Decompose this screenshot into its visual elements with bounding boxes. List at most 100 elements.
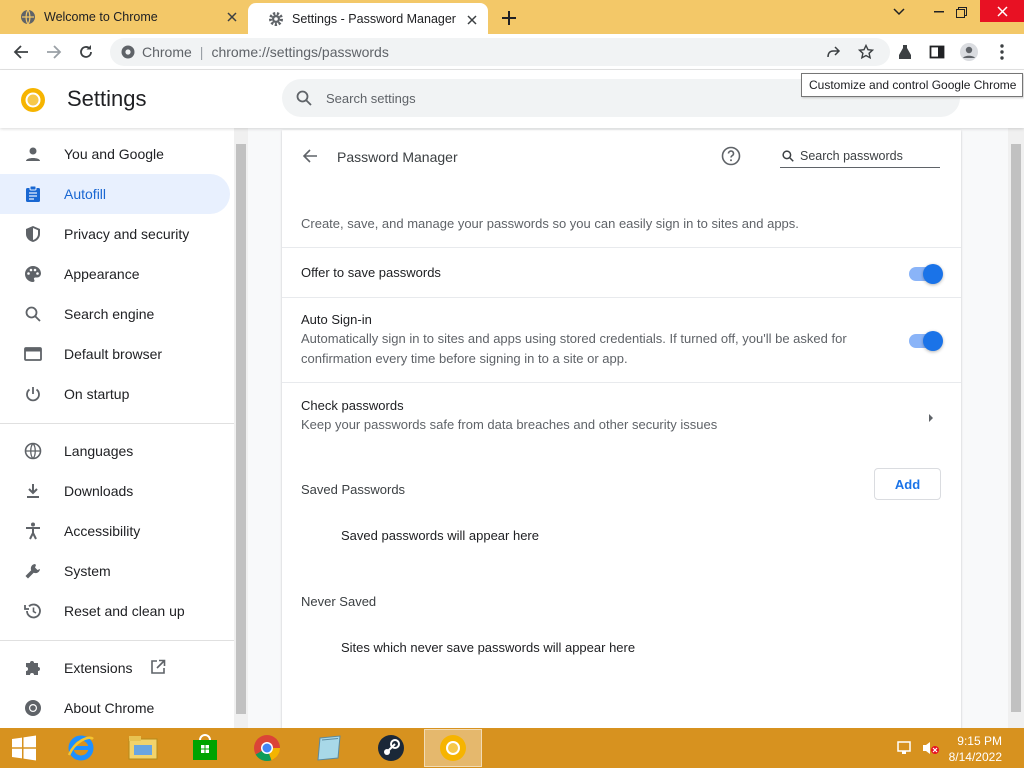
- sidebar-scrollbar[interactable]: [234, 128, 248, 728]
- main-scrollbar[interactable]: [1008, 128, 1024, 728]
- accessibility-icon: [22, 521, 44, 541]
- side-panel-icon[interactable]: [925, 40, 949, 64]
- browser-icon: [22, 344, 44, 364]
- sidebar-item-autofill[interactable]: Autofill: [0, 174, 230, 214]
- scrollbar-thumb[interactable]: [1011, 144, 1021, 712]
- tab-title: Settings - Password Manager: [292, 11, 456, 26]
- toggle-knob: [923, 331, 943, 351]
- sidebar-item-label: Downloads: [64, 483, 134, 499]
- browser-toolbar: Chrome | chrome://settings/passwords: [0, 34, 1024, 70]
- sidebar-item-downloads[interactable]: Downloads: [0, 471, 230, 511]
- close-icon[interactable]: [224, 9, 240, 25]
- password-search-box[interactable]: [780, 144, 940, 168]
- sidebar-item-accessibility[interactable]: Accessibility: [0, 511, 230, 551]
- store-icon[interactable]: [176, 729, 234, 767]
- sidebar-item-on-startup[interactable]: On startup: [0, 374, 230, 414]
- offer-to-save-row[interactable]: Offer to save passwords: [282, 247, 961, 297]
- back-arrow-icon[interactable]: [298, 144, 322, 168]
- share-icon[interactable]: [822, 40, 846, 64]
- chrome-logo-icon: [20, 87, 46, 113]
- shield-icon: [22, 224, 44, 244]
- chrome-icon: [22, 698, 44, 718]
- sidebar: You and Google Autofill Privacy and secu…: [0, 128, 234, 728]
- globe-icon: [22, 441, 44, 461]
- section-title: Password Manager: [337, 149, 458, 165]
- sidebar-item-label: Extensions: [64, 660, 133, 676]
- never-saved-heading: Never Saved: [301, 594, 377, 609]
- sidebar-item-system[interactable]: System: [0, 551, 230, 591]
- extension-icon[interactable]: [893, 40, 917, 64]
- sidebar-divider: [0, 423, 234, 424]
- windows-taskbar: 9:15 PM 8/14/2022: [0, 728, 1024, 768]
- url-origin: Chrome: [142, 44, 192, 60]
- file-explorer-icon[interactable]: [114, 729, 172, 767]
- tab-settings[interactable]: Settings - Password Manager: [248, 3, 488, 34]
- scrollbar-thumb[interactable]: [236, 144, 246, 714]
- chrome-canary-icon[interactable]: [424, 729, 482, 767]
- password-manager-card: Password Manager Create, save, and manag…: [282, 130, 961, 728]
- password-search-input[interactable]: [800, 148, 936, 163]
- sidebar-item-label: Privacy and security: [64, 226, 190, 242]
- sidebar-divider: [0, 640, 234, 641]
- network-icon[interactable]: [897, 740, 915, 759]
- title-bar: Welcome to Chrome Settings - Password Ma…: [0, 0, 1024, 34]
- sidebar-item-appearance[interactable]: Appearance: [0, 254, 230, 294]
- maximize-button[interactable]: [944, 0, 978, 24]
- menu-tooltip: Customize and control Google Chrome: [801, 73, 1023, 97]
- page-title: Settings: [67, 86, 147, 111]
- download-icon: [22, 481, 44, 501]
- sidebar-item-about-chrome[interactable]: About Chrome: [0, 688, 230, 728]
- auto-signin-toggle[interactable]: [909, 331, 943, 351]
- clock-time: 9:15 PM: [957, 734, 1002, 748]
- globe-icon: [20, 9, 36, 25]
- back-button[interactable]: [9, 40, 33, 64]
- sidebar-item-you-and-google[interactable]: You and Google: [0, 134, 230, 174]
- tab-welcome[interactable]: Welcome to Chrome: [0, 0, 248, 34]
- check-passwords-row[interactable]: Check passwords Keep your passwords safe…: [282, 382, 961, 450]
- sidebar-item-reset[interactable]: Reset and clean up: [0, 591, 230, 631]
- sidebar-item-search-engine[interactable]: Search engine: [0, 294, 230, 334]
- puzzle-icon: [22, 658, 44, 678]
- clock-date: 8/14/2022: [948, 750, 1002, 764]
- reload-button[interactable]: [74, 40, 98, 64]
- chevron-right-icon: [927, 411, 935, 422]
- new-tab-button[interactable]: [498, 7, 520, 29]
- sidebar-item-label: Autofill: [64, 186, 107, 202]
- settings-search-input[interactable]: [326, 90, 826, 106]
- close-icon[interactable]: [464, 12, 480, 28]
- steam-icon[interactable]: [362, 729, 420, 767]
- help-icon[interactable]: [720, 145, 742, 167]
- add-password-button[interactable]: Add: [874, 468, 941, 500]
- palette-icon: [22, 264, 44, 284]
- person-icon: [22, 144, 44, 164]
- start-icon[interactable]: [0, 729, 48, 767]
- sidebar-item-default-browser[interactable]: Default browser: [0, 334, 230, 374]
- sidebar-item-label: Reset and clean up: [64, 603, 185, 619]
- sidebar-item-privacy[interactable]: Privacy and security: [0, 214, 230, 254]
- chrome-icon[interactable]: [238, 729, 296, 767]
- sidebar-item-label: Default browser: [64, 346, 163, 362]
- address-bar[interactable]: Chrome | chrome://settings/passwords: [110, 38, 890, 66]
- sidebar-item-extensions[interactable]: Extensions: [0, 648, 230, 688]
- system-clock[interactable]: 9:15 PM 8/14/2022: [949, 733, 1002, 765]
- tab-search-button[interactable]: [882, 0, 916, 24]
- auto-signin-row[interactable]: Auto Sign-in Automatically sign in to si…: [282, 297, 961, 382]
- search-icon: [294, 88, 314, 108]
- tab-title: Welcome to Chrome: [44, 10, 158, 24]
- url-text: chrome://settings/passwords: [211, 44, 389, 60]
- sidebar-item-label: Search engine: [64, 306, 155, 322]
- setting-label: Check passwords: [301, 398, 404, 413]
- forward-button[interactable]: [42, 40, 66, 64]
- search-icon: [22, 304, 44, 324]
- volume-muted-icon[interactable]: [922, 740, 940, 759]
- bookmark-star-icon[interactable]: [854, 40, 878, 64]
- internet-explorer-icon[interactable]: [52, 729, 110, 767]
- offer-to-save-toggle[interactable]: [909, 264, 943, 284]
- sidebar-item-languages[interactable]: Languages: [0, 431, 230, 471]
- app-icon[interactable]: [300, 729, 358, 767]
- saved-passwords-empty-text: Saved passwords will appear here: [341, 528, 539, 543]
- menu-kebab-icon[interactable]: [990, 40, 1014, 64]
- close-window-button[interactable]: [980, 0, 1024, 22]
- profile-avatar[interactable]: [957, 40, 981, 64]
- settings-page: You and Google Autofill Privacy and secu…: [0, 128, 1024, 728]
